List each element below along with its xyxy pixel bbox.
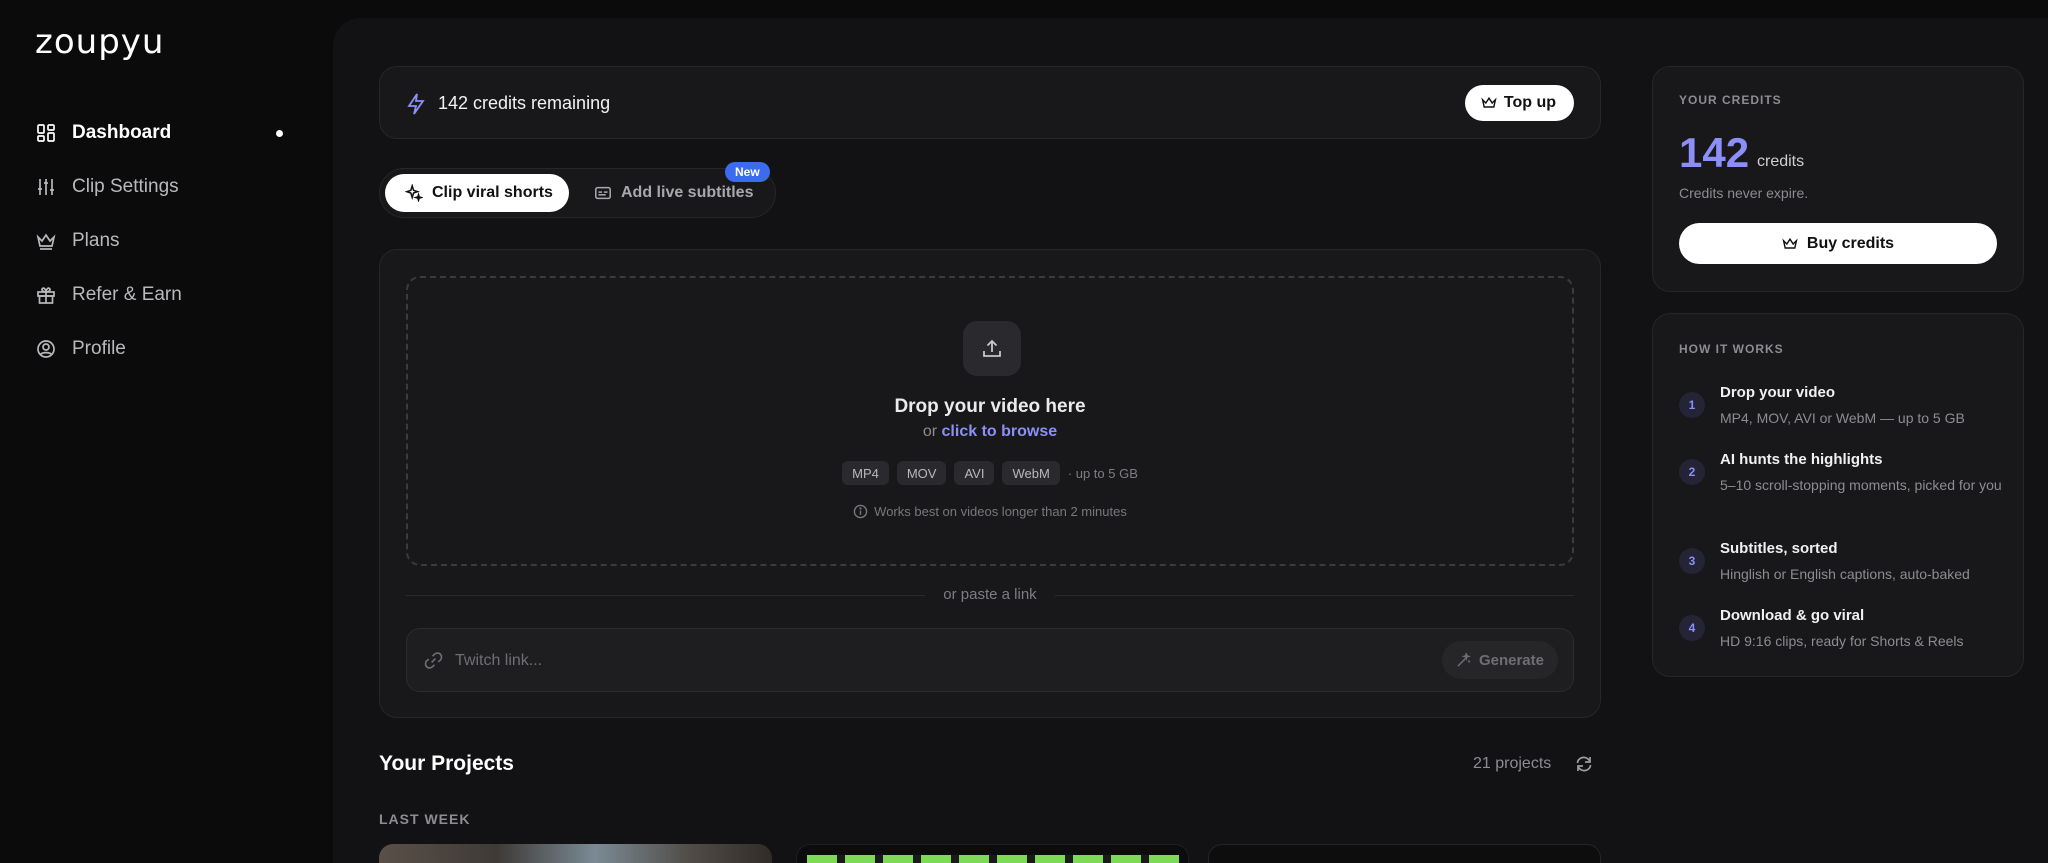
crown-icon — [1481, 96, 1497, 108]
projects-title: Your Projects — [379, 752, 514, 775]
tab-clip-viral-shorts[interactable]: Clip viral shorts — [385, 174, 569, 212]
link-input[interactable] — [455, 643, 1415, 679]
step-description: Hinglish or English captions, auto-baked — [1720, 566, 1970, 582]
browse-link[interactable]: click to browse — [942, 423, 1058, 440]
sidebar-item-refer-earn[interactable]: Refer & Earn — [35, 268, 285, 322]
size-limit-note: · up to 5 GB — [1067, 465, 1138, 481]
step-title: Drop your video — [1720, 384, 1836, 401]
upload-card: Drop your video here or click to browse … — [379, 249, 1601, 718]
credits-bar: 142 credits remaining Top up — [379, 66, 1601, 139]
crown-icon — [35, 230, 57, 252]
generate-button[interactable]: Generate — [1441, 641, 1558, 679]
project-thumbnail[interactable] — [379, 844, 772, 863]
drop-title: Drop your video here — [894, 396, 1086, 417]
top-up-button[interactable]: Top up — [1464, 85, 1574, 121]
top-up-label: Top up — [1503, 94, 1556, 111]
buy-credits-label: Buy credits — [1806, 234, 1895, 252]
new-badge: New — [725, 162, 770, 182]
step-title: Subtitles, sorted — [1720, 540, 1838, 557]
sidebar-item-label: Refer & Earn — [72, 284, 182, 305]
info-icon — [853, 504, 868, 519]
sidebar-item-label: Dashboard — [72, 122, 172, 143]
magic-wand-icon — [1457, 652, 1471, 667]
active-indicator-dot — [276, 130, 283, 137]
sidebar-item-plans[interactable]: Plans — [35, 214, 285, 268]
paste-link-text: or paste a link — [925, 586, 1055, 603]
divider-label: or paste a link — [380, 586, 1600, 604]
sidebar-item-label: Profile — [72, 338, 126, 359]
generate-label: Generate — [1478, 651, 1544, 669]
video-dropzone[interactable]: Drop your video here or click to browse … — [406, 276, 1574, 566]
drop-subtitle: or click to browse — [408, 423, 1572, 441]
sidebar-item-profile[interactable]: Profile — [35, 322, 285, 376]
step-number: 3 — [1679, 548, 1705, 574]
your-credits-label: YOUR CREDITS — [1679, 93, 1782, 107]
thumbnail-text-graphic — [807, 855, 1179, 863]
duration-hint: Works best on videos longer than 2 minut… — [408, 504, 1572, 519]
sidebar: zoupyu Dashboard Clip Settings Plans Ref… — [0, 0, 333, 863]
step-description: HD 9:16 clips, ready for Shorts & Reels — [1720, 633, 1964, 649]
mode-tabs: Clip viral shorts Add live subtitles — [379, 168, 776, 218]
sidebar-item-label: Plans — [72, 230, 120, 251]
project-thumbnail[interactable] — [796, 844, 1189, 863]
bolt-icon — [406, 93, 426, 120]
main-panel: 142 credits remaining Top up Clip viral … — [333, 18, 2048, 863]
captions-icon — [595, 186, 611, 200]
sidebar-nav: Dashboard Clip Settings Plans Refer & Ea… — [35, 106, 285, 376]
tab-label: Add live subtitles — [621, 184, 754, 201]
gift-icon — [35, 284, 57, 306]
credits-note: Credits never expire. — [1679, 185, 1809, 201]
app-root: zoupyu Dashboard Clip Settings Plans Ref… — [0, 0, 2048, 863]
user-circle-icon — [35, 338, 57, 360]
sidebar-item-dashboard[interactable]: Dashboard — [35, 106, 285, 160]
link-input-row: Generate — [406, 628, 1574, 692]
dashboard-icon — [35, 122, 57, 144]
tab-label: Clip viral shorts — [432, 184, 553, 201]
how-it-works-card: HOW IT WORKS 1 Drop your video MP4, MOV,… — [1652, 313, 2024, 677]
your-credits-card: YOUR CREDITS 142 credits Credits never e… — [1652, 66, 2024, 292]
app-logo[interactable]: zoupyu — [35, 22, 164, 62]
credits-unit: credits — [1757, 153, 1805, 170]
format-chip: MP4 — [842, 461, 889, 485]
link-icon — [424, 651, 443, 675]
format-chip: WebM — [1002, 461, 1060, 485]
how-it-works-label: HOW IT WORKS — [1679, 342, 1784, 356]
refresh-icon[interactable] — [1574, 754, 1594, 779]
step-title: Download & go viral — [1720, 607, 1865, 624]
step-number: 4 — [1679, 615, 1705, 641]
format-chip: AVI — [954, 461, 995, 485]
credits-amount: 142 — [1679, 129, 1750, 176]
sidebar-item-clip-settings[interactable]: Clip Settings — [35, 160, 285, 214]
buy-credits-button[interactable]: Buy credits — [1679, 223, 1997, 264]
sidebar-item-label: Clip Settings — [72, 176, 179, 197]
step-description: MP4, MOV, AVI or WebM — up to 5 GB — [1720, 410, 1965, 426]
project-thumbnail[interactable] — [1208, 844, 1601, 863]
hint-text: Works best on videos longer than 2 minut… — [874, 504, 1127, 519]
format-chip: MOV — [896, 461, 947, 485]
projects-count: 21 projects — [1473, 755, 1552, 772]
sliders-icon — [35, 176, 57, 198]
upload-icon — [963, 321, 1021, 376]
or-text: or — [922, 423, 942, 440]
credits-remaining-text: 142 credits remaining — [438, 93, 611, 113]
format-list: MP4 MOV AVI WebM · up to 5 GB — [408, 461, 1572, 485]
step-number: 2 — [1679, 459, 1705, 485]
step-number: 1 — [1679, 392, 1705, 418]
section-label-last-week: LAST WEEK — [379, 811, 471, 827]
step-title: AI hunts the highlights — [1720, 451, 1883, 468]
sparkles-icon — [405, 184, 423, 202]
step-description: 5–10 scroll-stopping moments, picked for… — [1720, 477, 2002, 493]
crown-icon — [1782, 237, 1798, 249]
